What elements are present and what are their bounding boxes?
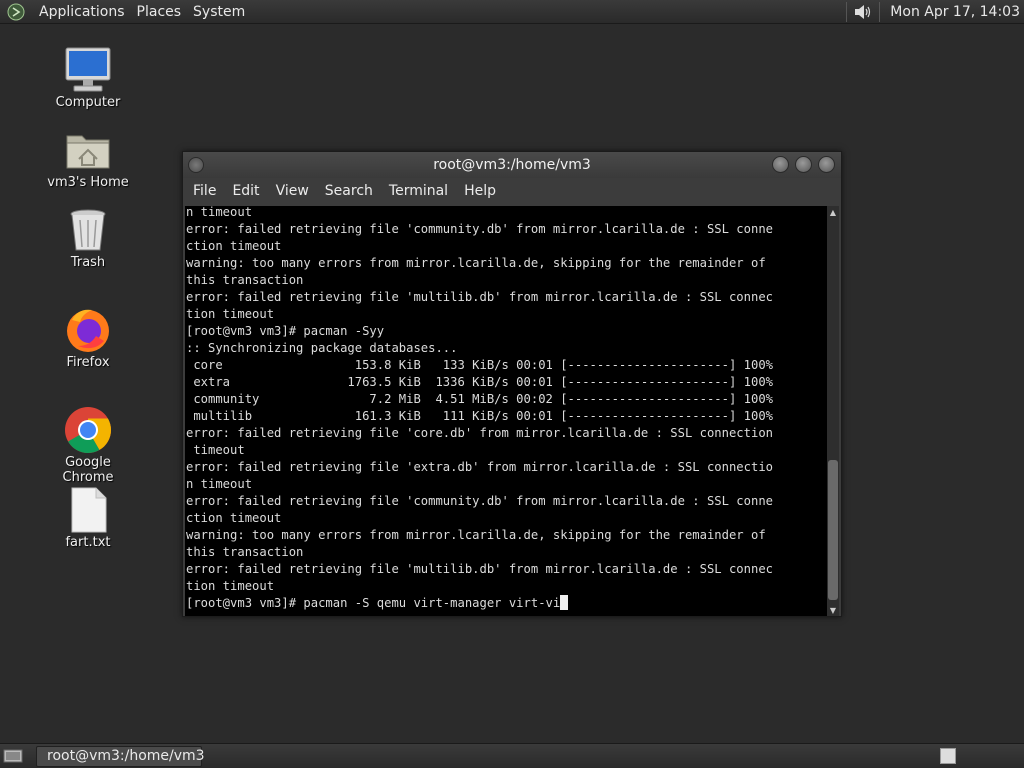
window-menu-button[interactable]	[188, 157, 204, 173]
terminal-line: ction timeout	[186, 511, 282, 525]
scroll-up-arrow-icon[interactable]: ▲	[827, 206, 839, 218]
terminal-output[interactable]: n timeout error: failed retrieving file '…	[185, 206, 827, 616]
top-panel: Applications Places System Mon Apr 17, 1…	[0, 0, 1024, 24]
window-title: root@vm3:/home/vm3	[433, 157, 591, 173]
terminal-menubar: File Edit View Search Terminal Help	[183, 178, 841, 204]
desktop-icon-trash[interactable]: Trash	[38, 206, 138, 270]
terminal-line: this transaction	[186, 273, 304, 287]
desktop-icon-firefox[interactable]: Firefox	[38, 306, 138, 370]
terminal-scrollbar[interactable]: ▲ ▼	[827, 206, 839, 616]
terminal-line: tion timeout	[186, 307, 275, 321]
desktop-icon-computer[interactable]: Computer	[38, 46, 138, 110]
desktop-icon-label: vm3's Home	[47, 175, 129, 190]
terminal-line: [root@vm3 vm3]# pacman -Syy	[186, 324, 385, 338]
menu-search[interactable]: Search	[319, 179, 379, 203]
terminal-line: extra 1763.5 KiB 1336 KiB/s 00:01 [-----…	[186, 375, 773, 389]
terminal-line: n timeout	[186, 477, 253, 491]
desktop-icon-label: fart.txt	[65, 535, 111, 550]
terminal-line: community 7.2 MiB 4.51 MiB/s 00:02 [----…	[186, 392, 773, 406]
bottom-panel: root@vm3:/home/vm3	[0, 743, 1024, 768]
show-desktop-icon[interactable]	[2, 746, 24, 766]
terminal-line: :: Synchronizing package databases...	[186, 341, 458, 355]
terminal-line: warning: too many errors from mirror.lca…	[186, 256, 766, 270]
terminal-line: n timeout	[186, 206, 253, 219]
close-button[interactable]	[818, 156, 835, 173]
terminal-line: error: failed retrieving file 'community…	[186, 494, 773, 508]
terminal-window[interactable]: root@vm3:/home/vm3 File Edit View Search…	[182, 151, 842, 617]
desktop-icon-label: Computer	[55, 95, 121, 110]
taskbar-terminal-button[interactable]: root@vm3:/home/vm3	[36, 745, 205, 767]
terminal-text: n timeout error: failed retrieving file '…	[185, 206, 827, 612]
terminal-line: error: failed retrieving file 'extra.db'…	[186, 460, 773, 474]
menu-terminal[interactable]: Terminal	[383, 179, 454, 203]
desktop-icon-label: Google Chrome	[62, 455, 114, 485]
terminal-line: error: failed retrieving file 'multilib.…	[186, 562, 773, 576]
terminal-cursor	[560, 595, 569, 610]
desktop-icon-home[interactable]: vm3's Home	[38, 126, 138, 190]
menu-view[interactable]: View	[270, 179, 315, 203]
panel-separator	[846, 1, 848, 22]
terminal-line: ction timeout	[186, 239, 282, 253]
taskbar-label: root@vm3:/home/vm3	[47, 748, 205, 764]
workspace-switcher[interactable]	[940, 748, 956, 764]
desktop-icon-fart-txt[interactable]: fart.txt	[38, 486, 138, 550]
panel-separator	[879, 1, 881, 22]
desktop-icon-chrome[interactable]: Google Chrome	[38, 406, 138, 485]
maximize-button[interactable]	[795, 156, 812, 173]
terminal-line: error: failed retrieving file 'multilib.…	[186, 290, 773, 304]
minimize-button[interactable]	[772, 156, 789, 173]
clock[interactable]: Mon Apr 17, 14:03	[884, 4, 1024, 20]
terminal-prompt-line: [root@vm3 vm3]# pacman -S qemu virt-mana…	[186, 595, 827, 612]
scrollbar-thumb[interactable]	[828, 460, 838, 600]
window-titlebar[interactable]: root@vm3:/home/vm3	[183, 152, 841, 178]
desktop-icon-label: Trash	[70, 255, 106, 270]
menu-system[interactable]: System	[187, 1, 251, 23]
computer-icon	[64, 46, 112, 94]
terminal-line: tion timeout	[186, 579, 275, 593]
trash-icon	[64, 206, 112, 254]
terminal-line: warning: too many errors from mirror.lca…	[186, 528, 766, 542]
home-folder-icon	[64, 126, 112, 174]
terminal-line: error: failed retrieving file 'community…	[186, 222, 773, 236]
chrome-icon	[64, 406, 112, 454]
menu-help[interactable]: Help	[458, 179, 502, 203]
terminal-line: error: failed retrieving file 'core.db' …	[186, 426, 773, 440]
terminal-line: core 153.8 KiB 133 KiB/s 00:01 [--------…	[186, 358, 773, 372]
terminal-line: timeout	[186, 443, 245, 457]
terminal-line: this transaction	[186, 545, 304, 559]
menu-applications[interactable]: Applications	[33, 1, 131, 23]
firefox-icon	[64, 306, 112, 354]
text-file-icon	[64, 486, 112, 534]
menu-places[interactable]: Places	[131, 1, 188, 23]
scroll-down-arrow-icon[interactable]: ▼	[827, 604, 839, 616]
gnome-foot-icon[interactable]	[5, 1, 27, 23]
terminal-line: multilib 161.3 KiB 111 KiB/s 00:01 [----…	[186, 409, 773, 423]
menu-edit[interactable]: Edit	[226, 179, 265, 203]
desktop-icon-label: Firefox	[66, 355, 110, 370]
menu-file[interactable]: File	[187, 179, 222, 203]
volume-icon[interactable]	[851, 1, 875, 23]
